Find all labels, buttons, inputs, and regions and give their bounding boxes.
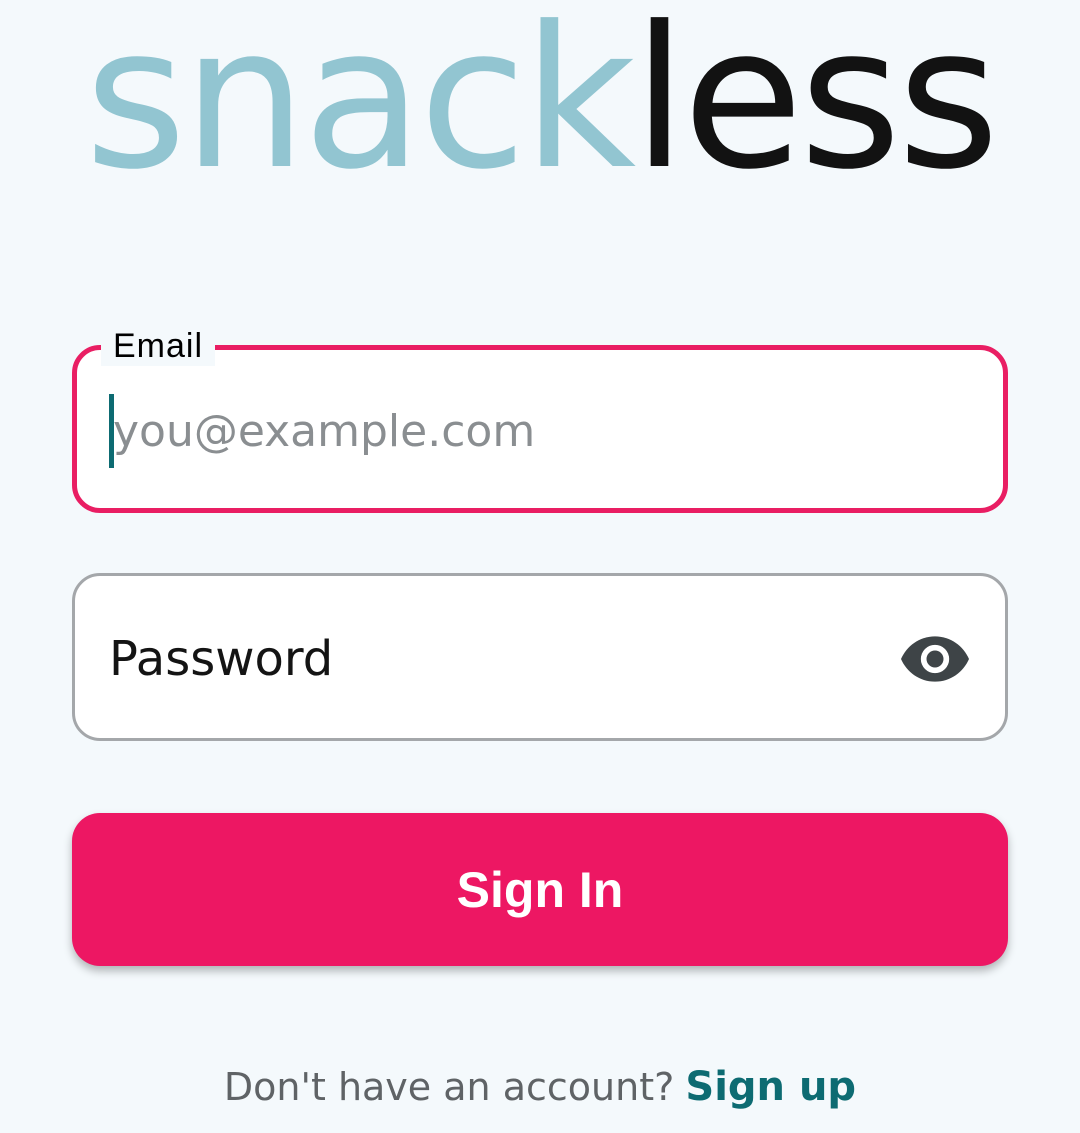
app-logo: snackless xyxy=(0,1,1080,197)
email-input[interactable] xyxy=(113,396,973,466)
logo-part-less: less xyxy=(632,0,999,213)
sign-in-button[interactable]: Sign In xyxy=(72,813,1008,966)
login-screen: snackless Email Sign In Don't have an ac… xyxy=(0,0,1080,1133)
eye-icon[interactable] xyxy=(901,636,969,682)
email-field[interactable]: Email xyxy=(72,326,1008,513)
email-label: Email xyxy=(101,326,216,366)
password-field[interactable] xyxy=(72,573,1008,741)
signup-row: Don't have an account? Sign up xyxy=(0,1062,1080,1112)
password-input[interactable] xyxy=(109,624,869,694)
signup-prompt: Don't have an account? xyxy=(223,1065,675,1109)
sign-up-link[interactable]: Sign up xyxy=(685,1064,856,1110)
logo-part-snack: snack xyxy=(84,0,637,213)
